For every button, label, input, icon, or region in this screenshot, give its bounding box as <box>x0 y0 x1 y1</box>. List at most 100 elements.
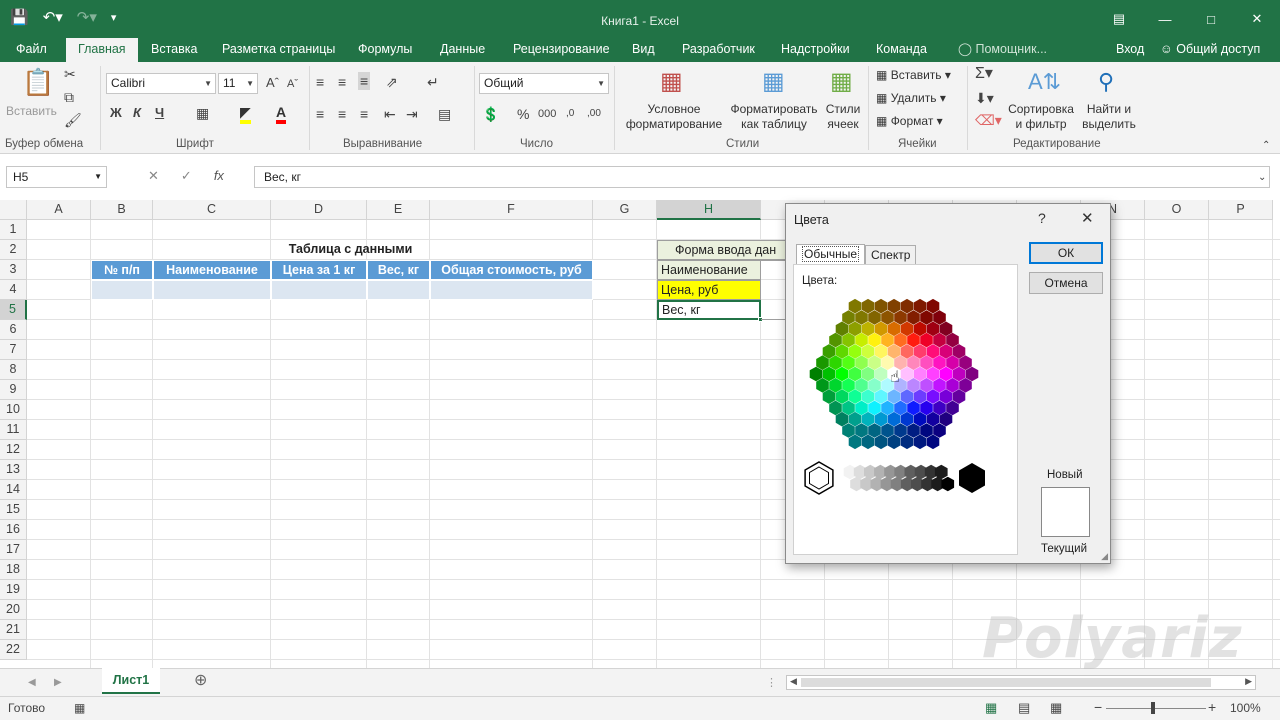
table-header-cell[interactable]: Вес, кг <box>367 260 430 280</box>
color-swatch[interactable] <box>894 310 907 325</box>
cut-icon[interactable]: ✂ <box>64 66 76 82</box>
color-swatch[interactable] <box>822 366 836 382</box>
color-swatch[interactable] <box>855 355 868 370</box>
color-swatch[interactable] <box>894 423 907 438</box>
sort-filter-icon[interactable]: A⇅ <box>1028 68 1061 96</box>
chevron-right-icon[interactable]: ▶ <box>1245 676 1252 687</box>
share-button[interactable]: ☺ Общий доступ <box>1152 38 1268 62</box>
font-size-combo[interactable]: 11 ▼ <box>218 73 258 94</box>
paste-button[interactable]: Вставить <box>6 104 57 119</box>
form-field-name[interactable]: Наименование <box>657 260 761 280</box>
comma-style-icon[interactable]: 000 <box>538 106 556 122</box>
color-swatch[interactable] <box>868 378 881 393</box>
confirm-entry-icon[interactable]: ✓ <box>181 168 192 184</box>
row-header[interactable]: 20 <box>0 600 27 620</box>
ok-button[interactable]: ОК <box>1029 242 1103 264</box>
color-swatch[interactable] <box>861 298 875 314</box>
column-header[interactable]: B <box>91 200 153 220</box>
color-swatch[interactable] <box>926 298 940 314</box>
color-swatch[interactable] <box>874 434 888 450</box>
minimize-button[interactable]: — <box>1142 0 1188 38</box>
color-swatch[interactable] <box>868 332 881 348</box>
format-as-table-button[interactable]: Форматировать как таблицу <box>728 102 820 132</box>
color-swatch[interactable] <box>946 378 959 393</box>
color-swatch[interactable] <box>887 344 901 359</box>
color-swatch[interactable] <box>907 332 920 348</box>
color-swatch[interactable] <box>913 298 927 314</box>
scrollbar-thumb[interactable] <box>801 678 1211 687</box>
tab-formulas[interactable]: Формулы <box>350 38 420 62</box>
tab-file[interactable]: Файл <box>8 38 55 62</box>
sheet-tab-list1[interactable]: Лист1 <box>102 668 160 694</box>
color-swatch[interactable] <box>855 378 868 393</box>
color-swatch[interactable] <box>946 355 959 370</box>
color-swatch[interactable] <box>939 344 953 359</box>
table-data-cell[interactable] <box>271 280 367 300</box>
grey-swatch[interactable] <box>941 476 955 492</box>
color-swatch[interactable] <box>894 400 907 416</box>
fill-icon[interactable]: ⬇▾ <box>975 90 994 106</box>
color-swatch[interactable] <box>913 366 927 382</box>
row-header[interactable]: 13 <box>0 460 27 480</box>
color-swatch[interactable] <box>861 434 875 450</box>
color-swatch[interactable] <box>939 321 953 337</box>
page-break-view-icon[interactable]: ▦ <box>1050 700 1062 716</box>
conditional-formatting-button[interactable]: Условное форматирование <box>622 102 726 132</box>
color-swatch[interactable] <box>835 411 849 427</box>
insert-cells-button[interactable]: ▦ Вставить ▾ <box>876 68 951 83</box>
row-header[interactable]: 2 <box>0 240 27 260</box>
row-header[interactable]: 15 <box>0 500 27 520</box>
color-swatch[interactable] <box>900 321 914 337</box>
table-header-cell[interactable]: Цена за 1 кг <box>271 260 367 280</box>
color-swatch[interactable] <box>926 344 940 359</box>
conditional-formatting-icon[interactable]: ▦ <box>660 68 683 96</box>
color-swatch[interactable] <box>842 355 855 370</box>
currency-icon[interactable]: 💲 <box>482 106 499 122</box>
color-swatch[interactable] <box>952 344 966 359</box>
color-swatch[interactable] <box>874 411 888 427</box>
align-center-icon[interactable]: ≡ <box>338 106 346 122</box>
color-swatch[interactable] <box>959 355 972 370</box>
cancel-entry-icon[interactable]: ✕ <box>148 168 159 184</box>
color-swatch[interactable] <box>816 378 829 393</box>
color-swatch[interactable] <box>809 366 823 382</box>
color-swatch[interactable] <box>939 411 953 427</box>
color-swatch[interactable] <box>868 310 881 325</box>
increase-decimal-icon[interactable]: ,0 <box>566 106 574 122</box>
zoom-slider[interactable] <box>1106 708 1206 709</box>
ribbon-display-icon[interactable]: ▤ <box>1096 0 1142 38</box>
format-cells-button[interactable]: ▦ Формат ▾ <box>876 114 943 129</box>
row-header-selected[interactable]: 5 <box>0 300 27 320</box>
row-header[interactable]: 4 <box>0 280 27 300</box>
color-swatch[interactable] <box>874 344 888 359</box>
color-swatch[interactable] <box>920 378 933 393</box>
table-data-cell[interactable] <box>153 280 271 300</box>
color-swatch[interactable] <box>887 298 901 314</box>
font-color-icon[interactable]: A <box>276 104 287 124</box>
color-swatch[interactable] <box>874 389 888 404</box>
tab-home[interactable]: Главная <box>66 38 138 62</box>
color-swatch[interactable] <box>848 411 862 427</box>
merge-center-icon[interactable]: ▤ <box>438 106 451 122</box>
color-swatch[interactable] <box>835 366 849 382</box>
color-swatch[interactable] <box>868 400 881 416</box>
tab-insert[interactable]: Вставка <box>143 38 205 62</box>
add-sheet-icon[interactable]: ⊕ <box>194 673 207 689</box>
bold-button[interactable]: Ж <box>110 105 122 121</box>
color-swatch[interactable] <box>926 411 940 427</box>
row-header[interactable]: 6 <box>0 320 27 340</box>
name-box[interactable]: H5 ▼ <box>6 166 107 188</box>
color-swatch[interactable] <box>829 378 842 393</box>
zoom-level[interactable]: 100% <box>1230 701 1261 715</box>
column-header[interactable]: D <box>271 200 367 220</box>
autosum-icon[interactable]: Σ▾ <box>975 66 993 82</box>
color-swatch[interactable] <box>913 344 927 359</box>
color-swatch[interactable] <box>842 310 855 325</box>
color-hexagon-picker[interactable]: ☝ <box>794 265 1017 554</box>
color-swatch[interactable] <box>952 389 966 404</box>
color-swatch[interactable] <box>881 423 894 438</box>
insert-function-icon[interactable]: fx <box>214 168 224 184</box>
color-swatch[interactable] <box>913 434 927 450</box>
underline-button[interactable]: Ч <box>155 105 164 121</box>
decrease-decimal-icon[interactable]: ,00 <box>587 106 601 122</box>
